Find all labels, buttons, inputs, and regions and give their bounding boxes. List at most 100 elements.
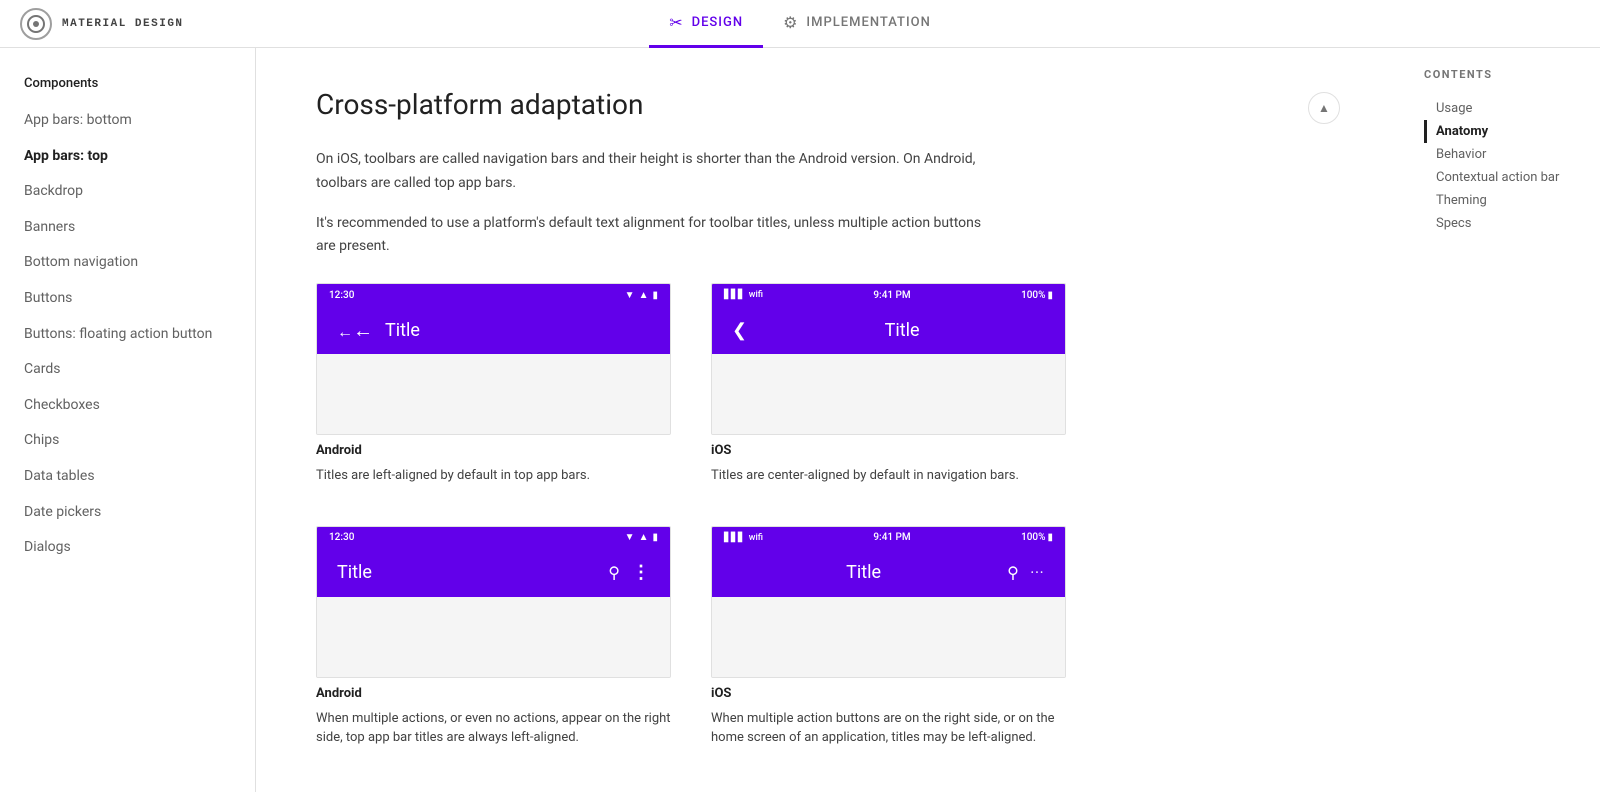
wifi-icon-ios-1: wifi [749, 290, 763, 300]
body-text-1: On iOS, toolbars are called navigation b… [316, 148, 996, 196]
app-bar-title-android-2: Title [337, 562, 596, 583]
device-frame-android-1: 12:30 ▼ ▲ ▮ ← Title [316, 283, 671, 435]
contents-title: CONTENTS [1424, 68, 1600, 81]
device-header-ios-2: ▋▋▋ wifi 9:41 PM 100% ▮ Title [712, 527, 1065, 597]
sidebar-item-buttons-fab[interactable]: Buttons: floating action button [0, 317, 255, 353]
app-bar-android-1: ← Title [329, 306, 658, 354]
sidebar-item-checkboxes[interactable]: Checkboxes [0, 388, 255, 424]
device-label-platform-ios-1: iOS [711, 443, 1066, 458]
implementation-tab-icon: ⚙ [783, 13, 798, 32]
status-bar-ios-1: ▋▋▋ wifi 9:41 PM 100% ▮ [724, 284, 1053, 306]
app-bar-ios-1: ❮ Title [724, 306, 1053, 354]
tab-implementation[interactable]: ⚙ IMPLEMENTATION [763, 0, 951, 48]
app-bar-actions-ios-2: ⚲ ••• [1007, 563, 1045, 582]
status-time-android-1: 12:30 [329, 290, 354, 301]
app-bar-title-ios-1: Title [759, 320, 1045, 341]
contents-item-specs[interactable]: Specs [1424, 212, 1600, 235]
logo-text: MATERIAL DESIGN [62, 18, 184, 30]
wifi-icon-a2: ▼ [625, 532, 635, 543]
sidebar-item-buttons[interactable]: Buttons [0, 281, 255, 317]
implementation-tab-label: IMPLEMENTATION [806, 15, 930, 30]
battery-percent-ios-1: 100% [1021, 290, 1045, 301]
battery-icon: ▮ [652, 290, 658, 301]
device-label-desc-ios-2: When multiple action buttons are on the … [711, 709, 1066, 748]
status-icons-ios-2-left: ▋▋▋ wifi [724, 533, 763, 543]
logo-icon [20, 8, 52, 40]
device-body-android-1 [317, 354, 670, 434]
device-android-1: 12:30 ▼ ▲ ▮ ← Title [316, 283, 671, 486]
contents-item-theming[interactable]: Theming [1424, 189, 1600, 212]
collapse-button[interactable]: ▲ [1308, 92, 1340, 124]
device-label-platform-android-1: Android [316, 443, 671, 458]
sidebar: Components App bars: bottom App bars: to… [0, 48, 256, 792]
device-grid: 12:30 ▼ ▲ ▮ ← Title [316, 283, 1066, 748]
sidebar-section-title: Components [0, 68, 255, 99]
contents-item-anatomy[interactable]: Anatomy [1424, 120, 1600, 143]
right-sidebar-contents: CONTENTS Usage Anatomy Behavior Contextu… [1400, 48, 1600, 792]
device-ios-1: ▋▋▋ wifi 9:41 PM 100% ▮ ❮ Title [711, 283, 1066, 486]
app-bar-android-2: Title ⚲ ⋮ [329, 549, 658, 597]
battery-icon-ios-1: ▮ [1047, 290, 1053, 301]
contents-item-contextual[interactable]: Contextual action bar [1424, 166, 1600, 189]
app-bar-actions-android-2: ⚲ ⋮ [608, 562, 650, 583]
status-icons-android-1: ▼ ▲ ▮ [625, 290, 658, 301]
sidebar-item-dialogs[interactable]: Dialogs [0, 530, 255, 566]
device-label-platform-ios-2: iOS [711, 686, 1066, 701]
sidebar-item-date-pickers[interactable]: Date pickers [0, 495, 255, 531]
device-frame-ios-2: ▋▋▋ wifi 9:41 PM 100% ▮ Title [711, 526, 1066, 678]
more-icon-ios-2: ••• [1031, 568, 1045, 577]
tab-design[interactable]: ✂ DESIGN [649, 0, 763, 48]
sidebar-item-app-bars-bottom[interactable]: App bars: bottom [0, 103, 255, 139]
signal-icon: ▲ [639, 290, 649, 301]
page-title: Cross-platform adaptation [316, 88, 643, 121]
contents-item-behavior[interactable]: Behavior [1424, 143, 1600, 166]
device-body-ios-1 [712, 354, 1065, 434]
status-icons-ios-1: ▋▋▋ wifi [724, 290, 763, 300]
design-tab-icon: ✂ [669, 13, 683, 32]
back-icon-android-1: ← [337, 318, 373, 343]
status-time-ios-1: 9:41 PM [873, 290, 910, 301]
sidebar-item-cards[interactable]: Cards [0, 352, 255, 388]
device-android-2: 12:30 ▼ ▲ ▮ Title ⚲ ⋮ [316, 526, 671, 748]
signal-icon-ios-1: ▋▋▋ [724, 290, 745, 300]
back-icon-ios-1: ❮ [732, 320, 747, 341]
status-time-ios-2: 9:41 PM [873, 532, 910, 543]
top-navigation: MATERIAL DESIGN ✂ DESIGN ⚙ IMPLEMENTATIO… [0, 0, 1600, 48]
battery-area-ios-2: 100% ▮ [1021, 532, 1053, 543]
device-label-desc-android-2: When multiple actions, or even no action… [316, 709, 671, 748]
status-bar-android-2: 12:30 ▼ ▲ ▮ [329, 527, 658, 549]
battery-icon-ios-2: ▮ [1047, 532, 1053, 543]
page-title-row: Cross-platform adaptation ▲ [316, 88, 1340, 124]
status-time-android-2: 12:30 [329, 532, 354, 543]
sidebar-item-bottom-navigation[interactable]: Bottom navigation [0, 245, 255, 281]
logo-area: MATERIAL DESIGN [0, 8, 204, 40]
battery-percent-ios-2: 100% [1021, 532, 1045, 543]
sidebar-item-app-bars-top[interactable]: App bars: top [0, 139, 255, 175]
search-icon-android-2: ⚲ [608, 563, 620, 582]
app-bar-title-ios-2: Title [732, 562, 995, 583]
wifi-icon: ▼ [625, 290, 635, 301]
signal-icon-ios-2: ▋▋▋ [724, 533, 745, 543]
status-bar-ios-2: ▋▋▋ wifi 9:41 PM 100% ▮ [724, 527, 1053, 549]
device-body-android-2 [317, 597, 670, 677]
body-text-2: It's recommended to use a platform's def… [316, 212, 996, 260]
main-content: Cross-platform adaptation ▲ On iOS, tool… [256, 48, 1400, 792]
contents-item-usage[interactable]: Usage [1424, 97, 1600, 120]
device-label-desc-android-1: Titles are left-aligned by default in to… [316, 466, 671, 486]
more-icon-android-2: ⋮ [632, 562, 650, 583]
status-bar-android-1: 12:30 ▼ ▲ ▮ [329, 284, 658, 306]
app-bar-ios-2: Title ⚲ ••• [724, 549, 1053, 597]
device-label-desc-ios-1: Titles are center-aligned by default in … [711, 466, 1066, 486]
sidebar-item-chips[interactable]: Chips [0, 423, 255, 459]
search-icon-ios-2: ⚲ [1007, 563, 1019, 582]
device-body-ios-2 [712, 597, 1065, 677]
app-bar-title-android-1: Title [385, 320, 650, 341]
device-header-ios-1: ▋▋▋ wifi 9:41 PM 100% ▮ ❮ Title [712, 284, 1065, 354]
battery-icon-a2: ▮ [652, 532, 658, 543]
status-icons-android-2: ▼ ▲ ▮ [625, 532, 658, 543]
signal-icon-a2: ▲ [639, 532, 649, 543]
sidebar-item-backdrop[interactable]: Backdrop [0, 174, 255, 210]
chevron-up-icon: ▲ [1318, 101, 1330, 115]
sidebar-item-data-tables[interactable]: Data tables [0, 459, 255, 495]
sidebar-item-banners[interactable]: Banners [0, 210, 255, 246]
